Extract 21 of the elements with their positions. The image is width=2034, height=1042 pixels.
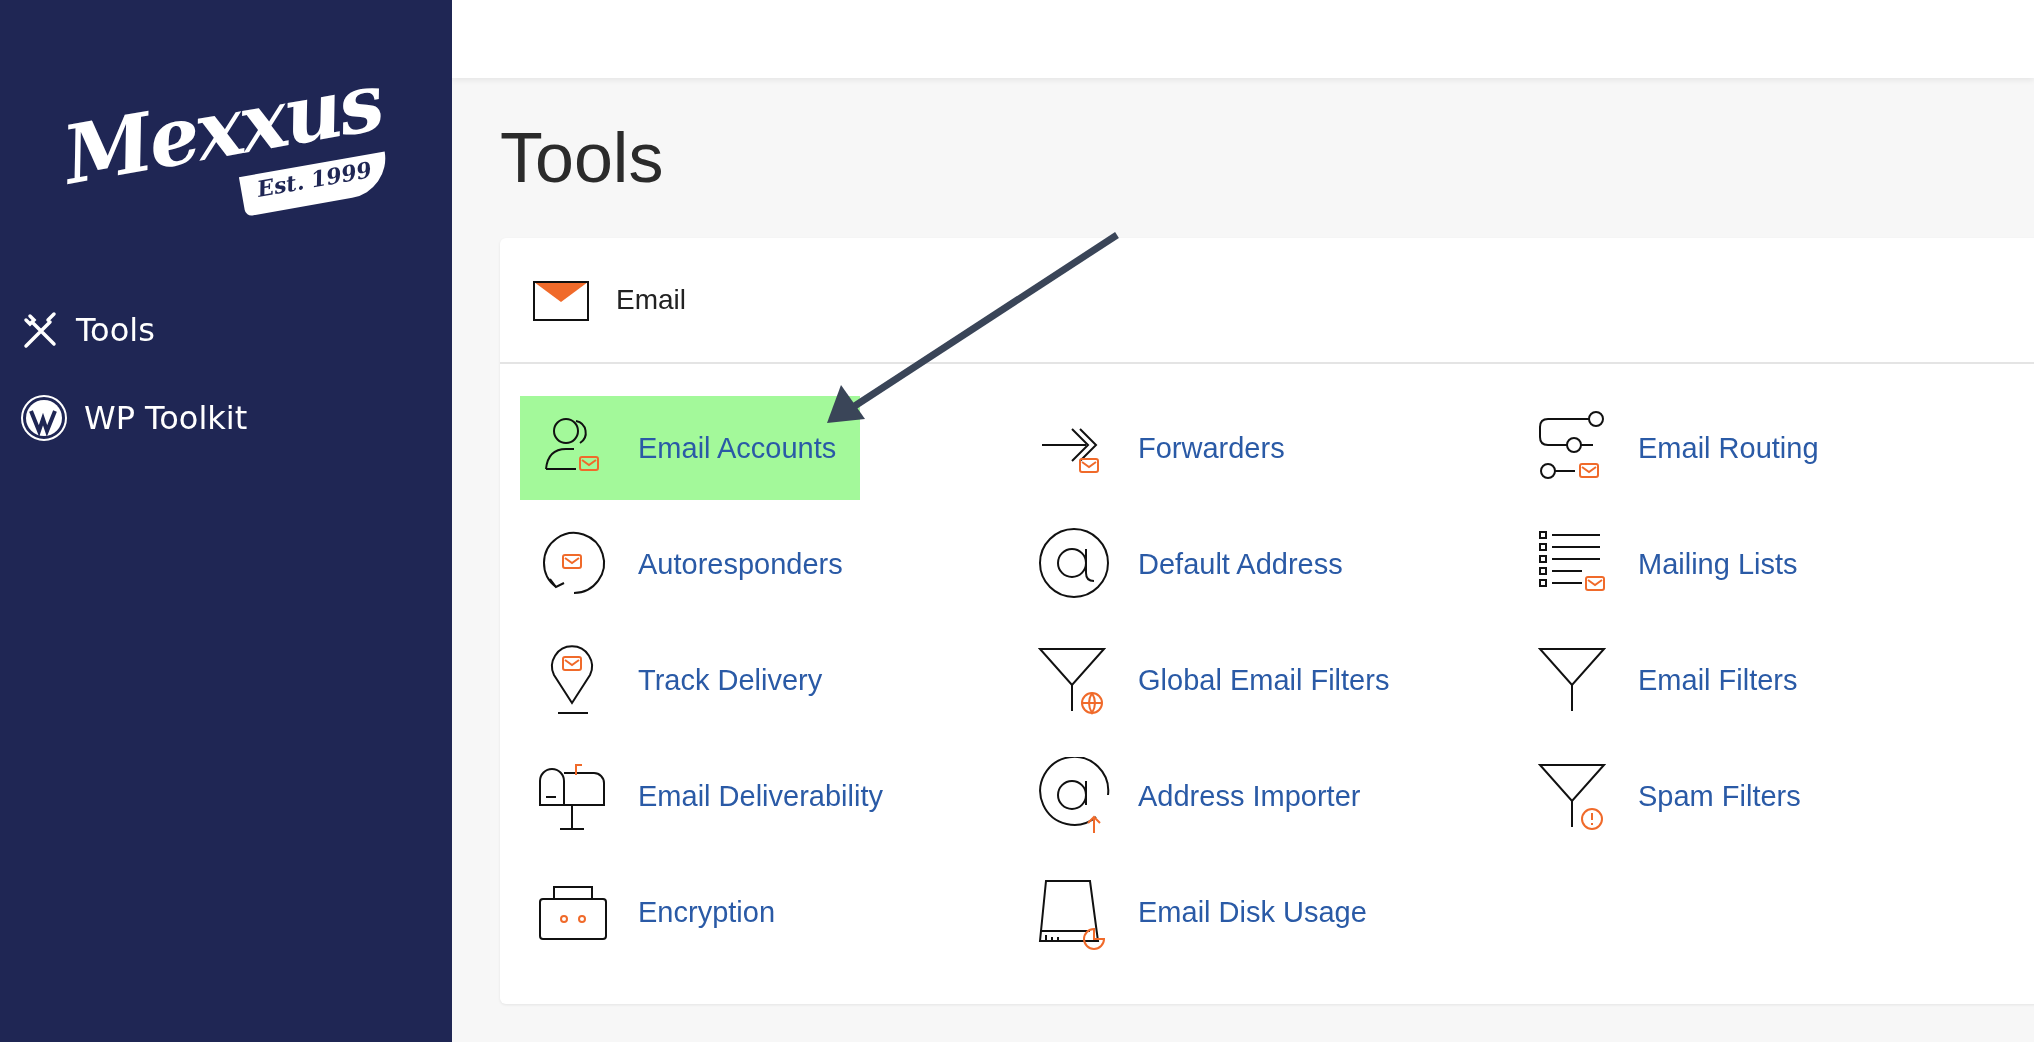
tool-link[interactable]: Email Accounts (520, 396, 861, 500)
tool-link[interactable]: Forwarders (1020, 396, 1309, 500)
at-sign-arrow-icon (1036, 757, 1112, 835)
wordpress-icon (20, 394, 68, 442)
tool-link[interactable]: Autoresponders (520, 512, 867, 616)
tool-link[interactable]: Email Routing (1520, 396, 1843, 500)
sidebar-item[interactable]: Tools (20, 300, 432, 360)
tool-link[interactable]: Spam Filters (1520, 744, 1825, 848)
tool-link[interactable]: Global Email Filters (1020, 628, 1414, 732)
tool-link[interactable]: Address Importer (1020, 744, 1385, 848)
tool-link[interactable]: Email Filters (1520, 628, 1822, 732)
tool-link[interactable]: Default Address (1020, 512, 1367, 616)
tool-link[interactable]: Email Deliverability (520, 744, 907, 848)
sidebar-item[interactable]: WP Toolkit (20, 388, 432, 448)
tool-link[interactable]: Mailing Lists (1520, 512, 1822, 616)
section-title: Email (616, 284, 686, 316)
page-title: Tools (500, 118, 665, 198)
tool-link[interactable]: Email Disk Usage (1020, 860, 1391, 964)
tool-link[interactable]: Encryption (520, 860, 799, 964)
tool-link[interactable]: Track Delivery (520, 628, 847, 732)
envelope-icon (532, 278, 590, 322)
